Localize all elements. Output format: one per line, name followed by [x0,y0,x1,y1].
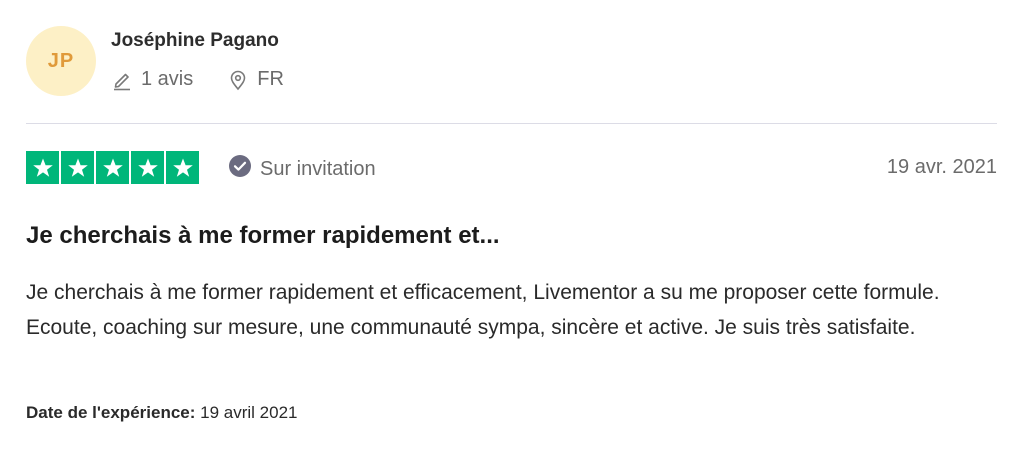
avatar: JP [26,26,96,96]
star-icon [131,151,164,184]
star-rating [26,151,199,184]
experience-date-value: 19 avril 2021 [200,403,298,422]
divider [26,123,997,124]
experience-date: Date de l'expérience: 19 avril 2021 [26,403,297,423]
invitation-badge[interactable]: Sur invitation [228,154,376,184]
review-body: Je cherchais à me former rapidement et e… [26,281,940,339]
star-icon [96,151,129,184]
reviewer-meta: 1 avis FR [111,68,284,91]
reviewer-name[interactable]: Joséphine Pagano [111,30,279,52]
star-icon [26,151,59,184]
invitation-label: Sur invitation [260,157,376,180]
review-date: 19 avr. 2021 [886,156,997,178]
pencil-icon [111,69,133,91]
review-count: 1 avis [141,68,194,90]
star-icon [61,151,94,184]
review-title[interactable]: Je cherchais à me former rapidement et..… [26,222,500,250]
experience-date-label: Date de l'expérience: [26,403,196,422]
location-pin-icon [227,69,249,91]
verified-check-icon [228,154,252,184]
reviewer-country: FR [257,68,284,90]
star-icon [166,151,199,184]
